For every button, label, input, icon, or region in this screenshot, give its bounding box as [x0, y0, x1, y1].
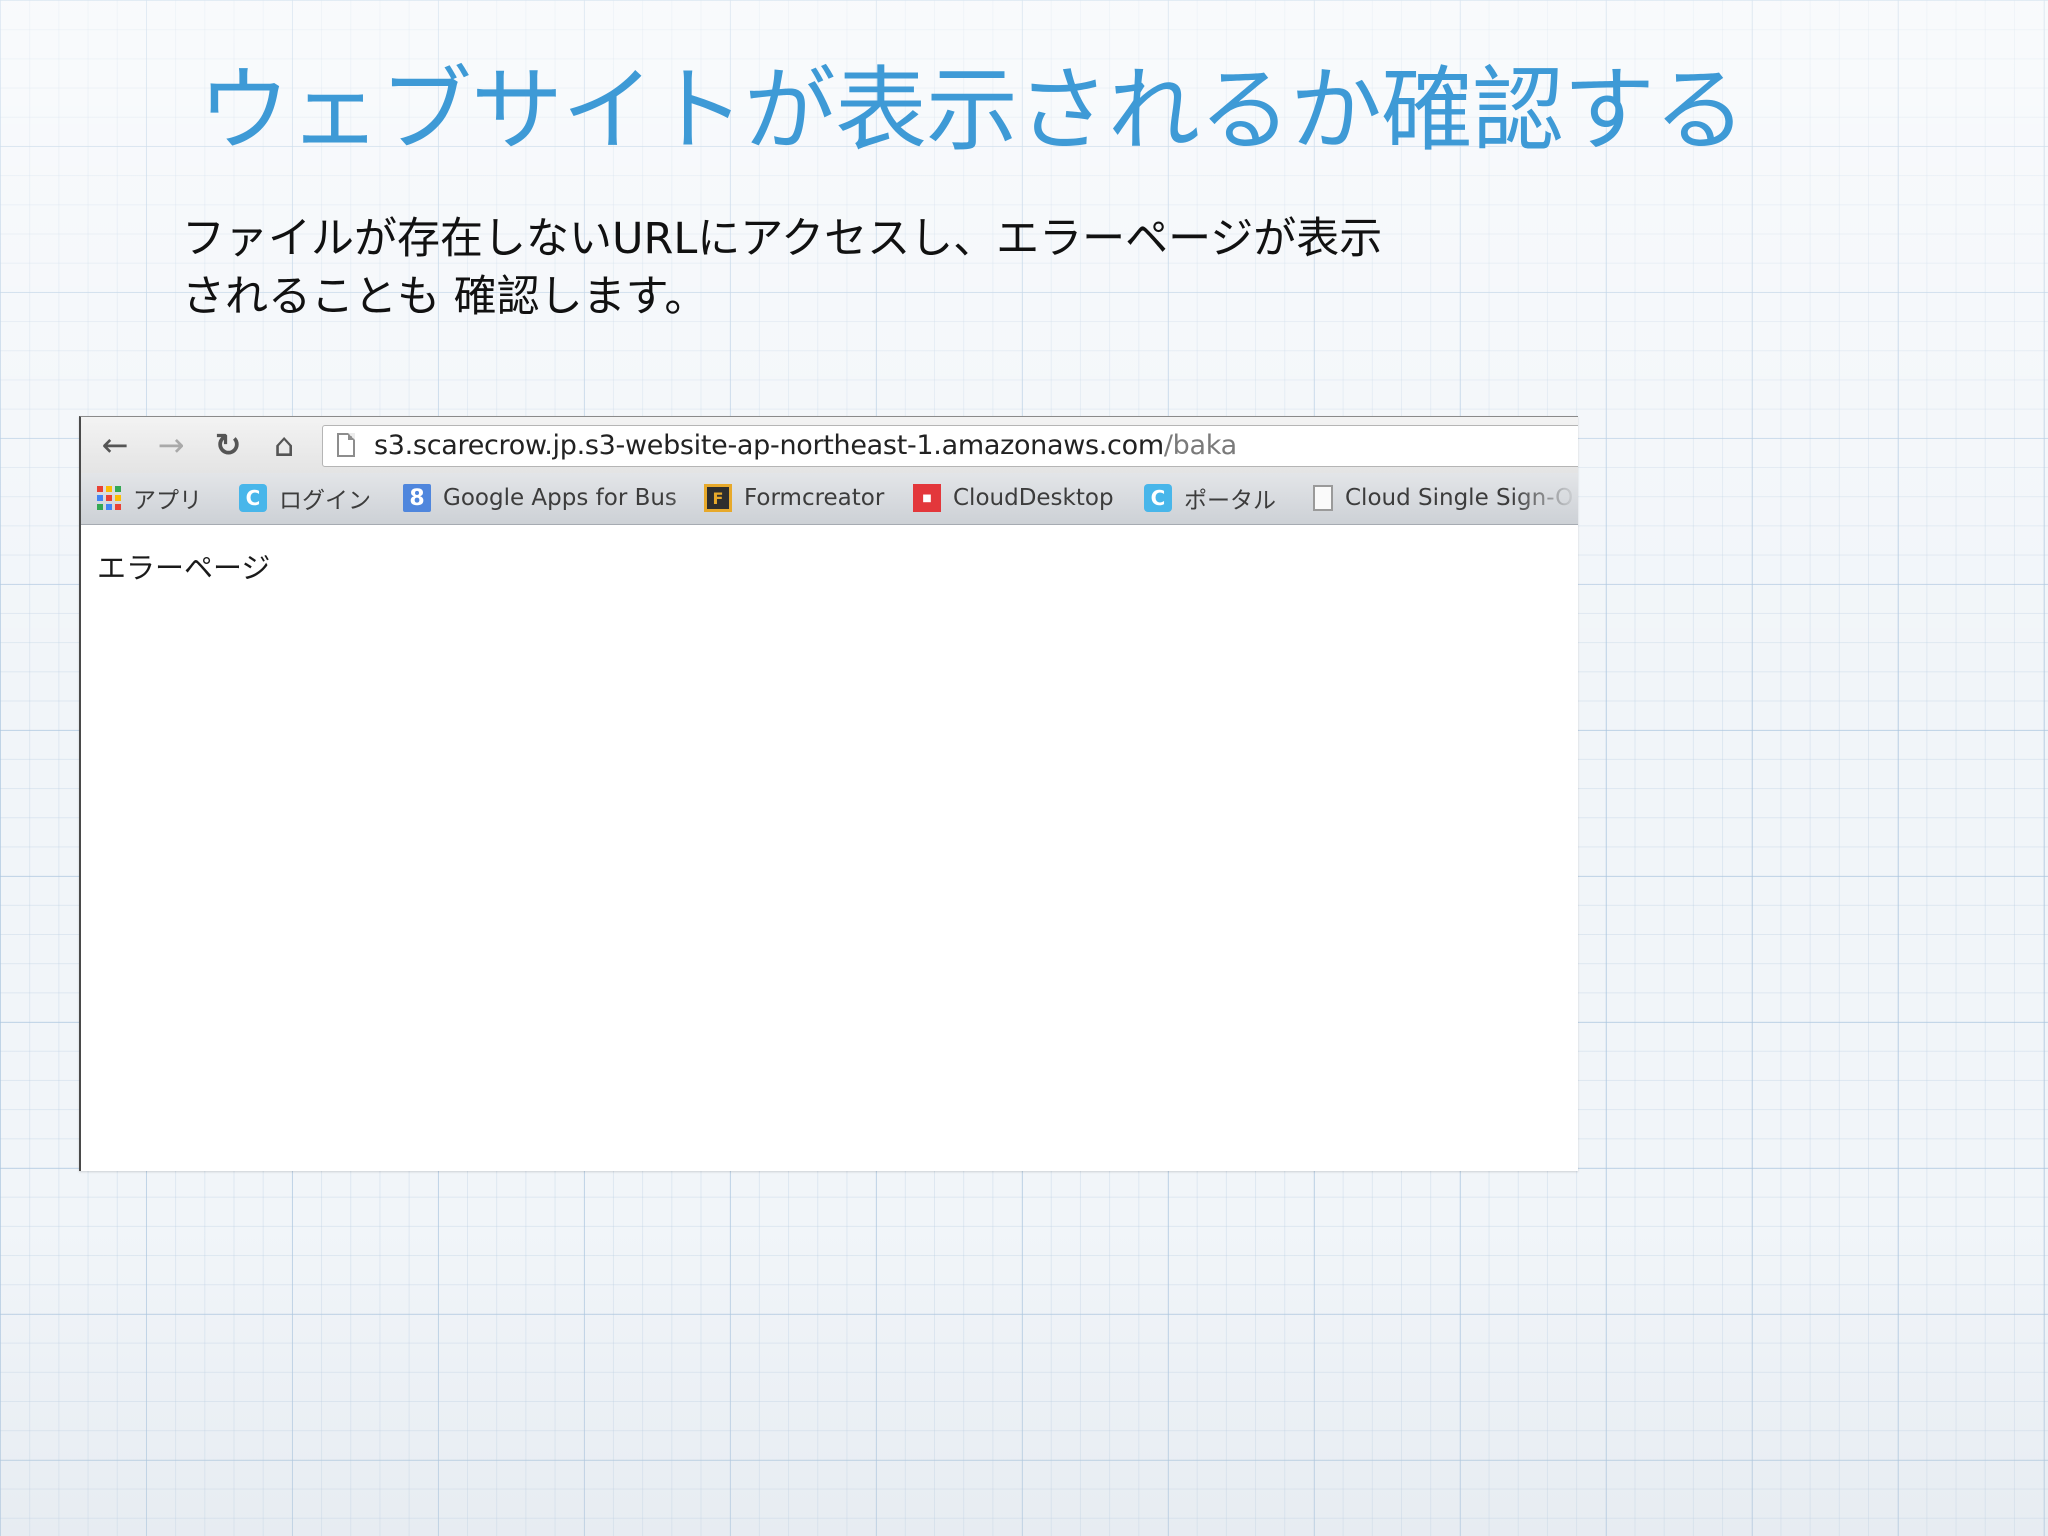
address-bar-url[interactable]: s3.scarecrow.jp.s3-website-ap-northeast-…	[374, 429, 1237, 463]
document-icon	[1313, 485, 1333, 511]
bookmark-label: アプリ	[133, 488, 202, 514]
browser-toolbar: ← → ↻ ⌂ s3.scarecrow.jp.s3-website-ap-no…	[81, 417, 1578, 473]
slide-title: ウェブサイトが表示されるか確認する	[198, 57, 1746, 164]
slide-body-text: ファイルが存在しないURLにアクセスし、エラーページが表示 されることも 確認し…	[182, 210, 1482, 326]
bookmark-label: Google Apps for Bus	[443, 485, 677, 511]
bookmark-label: Formcreator	[744, 485, 885, 511]
apps-grid-dot	[97, 504, 103, 510]
bookmark-label: ログイン	[279, 488, 371, 514]
google-apps-icon: 8	[403, 484, 431, 512]
apps-grid-dot	[106, 504, 112, 510]
apps-grid-dot	[115, 495, 121, 501]
bookmark-clouddesktop[interactable]: ■ CloudDesktop	[913, 481, 1114, 515]
page-icon	[337, 433, 355, 457]
bookmark-label: ポータル	[1184, 488, 1276, 514]
address-bar[interactable]: s3.scarecrow.jp.s3-website-ap-northeast-…	[322, 425, 1578, 467]
bookmarks-bar: アプリ C ログイン 8 Google Apps for Bus F Formc…	[81, 473, 1578, 525]
reload-icon[interactable]: ↻	[208, 426, 248, 464]
bookmark-apps[interactable]: アプリ	[97, 481, 202, 515]
bookmark-label: Cloud Single Sign-O	[1345, 485, 1574, 511]
apps-grid-dot	[106, 495, 112, 501]
error-page-text: エラーページ	[97, 551, 271, 585]
apps-grid-dot	[97, 495, 103, 501]
url-host: s3.scarecrow.jp.s3-website-ap-northeast-…	[374, 430, 1164, 461]
apps-grid-dot	[115, 486, 121, 492]
back-arrow-icon[interactable]: ←	[95, 426, 135, 464]
apps-grid-dot	[115, 504, 121, 510]
bookmark-login[interactable]: C ログイン	[239, 481, 371, 515]
bookmark-formcreator[interactable]: F Formcreator	[704, 481, 884, 515]
formcreator-icon: F	[704, 484, 732, 512]
bookmark-cloud-single-sign-on[interactable]: Cloud Single Sign-O	[1313, 481, 1578, 515]
slide-body-line-2: されることも 確認します。	[182, 272, 708, 322]
page-content-area: エラーページ	[81, 525, 1578, 1171]
apps-grid-icon	[97, 486, 121, 510]
bookmark-portal[interactable]: C ポータル	[1144, 481, 1276, 515]
home-icon[interactable]: ⌂	[264, 426, 304, 464]
url-path: /baka	[1163, 430, 1237, 461]
forward-arrow-icon[interactable]: →	[151, 426, 191, 464]
bookmark-label: CloudDesktop	[953, 485, 1114, 511]
bookmark-google-apps[interactable]: 8 Google Apps for Bus	[403, 481, 748, 515]
clouddesktop-icon: ■	[913, 484, 941, 512]
apps-grid-dot	[106, 486, 112, 492]
slide-body-line-1: ファイルが存在しないURLにアクセスし、エラーページが表示	[182, 214, 1383, 264]
apps-grid-dot	[97, 486, 103, 492]
c-logo-icon: C	[239, 484, 267, 512]
browser-window-screenshot: ← → ↻ ⌂ s3.scarecrow.jp.s3-website-ap-no…	[79, 416, 1578, 1171]
c-logo-icon: C	[1144, 484, 1172, 512]
